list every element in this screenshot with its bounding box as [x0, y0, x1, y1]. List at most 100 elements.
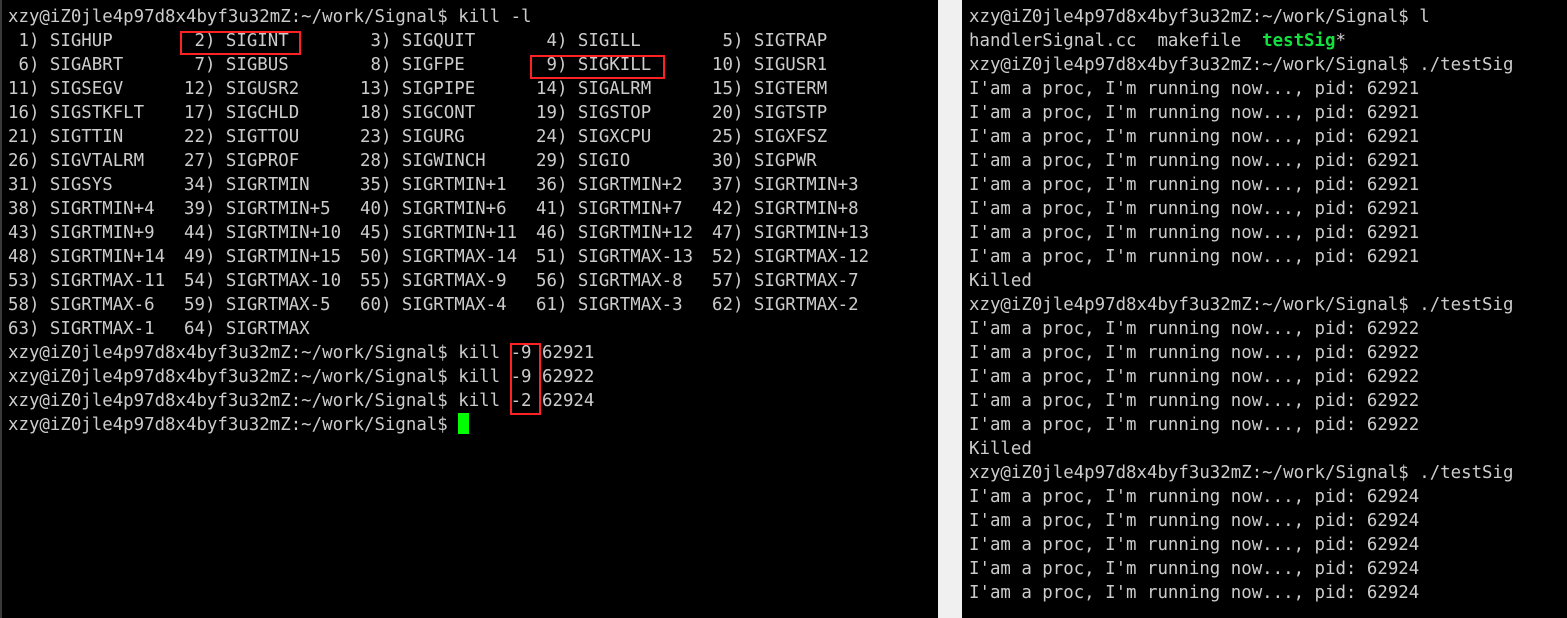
- process-pid: 62921: [1366, 247, 1420, 267]
- signal-entry: 56) SIGRTMAX-8: [536, 271, 683, 291]
- process-pid: 62922: [1366, 391, 1420, 411]
- signal-entry: 17) SIGCHLD: [184, 103, 300, 123]
- signal-entry: 57) SIGRTMAX-7: [712, 271, 859, 291]
- kill-command-line: xzy@iZ0jle4p97d8x4byf3u32mZ:~/work/Signa…: [8, 365, 869, 389]
- executable-marker: *: [1335, 31, 1346, 51]
- kill-command: kill: [458, 343, 511, 363]
- process-output-line: I'am a proc, I'm running now..., pid: 62…: [969, 221, 1513, 245]
- signal-row: 11) SIGSEGV 12) SIGUSR2 13) SIGPIPE 14) SIG…: [8, 77, 869, 101]
- signal-entry: 50) SIGRTMAX-14: [360, 247, 518, 267]
- signal-entry: 6) SIGABRT: [8, 55, 124, 75]
- run-command: ./testSig: [1419, 295, 1514, 315]
- signal-entry: 22) SIGTTOU: [184, 127, 300, 147]
- signal-row: 26) SIGVTALRM 27) SIGPROF 28) SIGWINCH 29) …: [8, 149, 869, 173]
- signal-row: 31) SIGSYS 34) SIGRTMIN 35) SIGRTMIN+1 36) …: [8, 173, 869, 197]
- signal-entry: 29) SIGIO: [536, 151, 631, 171]
- signal-entry: 31) SIGSYS: [8, 175, 113, 195]
- target-pid: 62921: [531, 343, 595, 363]
- target-pid: 62924: [531, 391, 595, 411]
- process-output-line: I'am a proc, I'm running now..., pid: 62…: [969, 533, 1513, 557]
- running-message: I'am a proc, I'm running now..., pid:: [969, 343, 1367, 363]
- running-message: I'am a proc, I'm running now..., pid:: [969, 487, 1367, 507]
- process-pid: 62922: [1366, 415, 1420, 435]
- signal-entry: 48) SIGRTMIN+14: [8, 247, 166, 267]
- signal-entry: 15) SIGTERM: [712, 79, 828, 99]
- pane-divider[interactable]: [938, 0, 962, 618]
- signal-entry: 2) SIGINT: [184, 31, 289, 51]
- process-output-line: I'am a proc, I'm running now..., pid: 62…: [969, 485, 1513, 509]
- process-pid: 62921: [1366, 223, 1420, 243]
- signal-entry: 20) SIGTSTP: [712, 103, 828, 123]
- process-pid: 62921: [1366, 199, 1420, 219]
- running-message: I'am a proc, I'm running now..., pid:: [969, 511, 1367, 531]
- process-pid: 62924: [1366, 487, 1420, 507]
- signal-row: 6) SIGABRT 7) SIGBUS 8) SIGFPE 9) SIGKIL…: [8, 53, 869, 77]
- signal-entry: 18) SIGCONT: [360, 103, 476, 123]
- signal-entry: 23) SIGURG: [360, 127, 465, 147]
- signal-entry: 8) SIGFPE: [360, 55, 465, 75]
- process-pid: 62924: [1366, 511, 1420, 531]
- process-output-line: I'am a proc, I'm running now..., pid: 62…: [969, 125, 1513, 149]
- process-pid: 62924: [1366, 583, 1420, 603]
- signal-entry: 40) SIGRTMIN+6: [360, 199, 507, 219]
- signal-entry: 39) SIGRTMIN+5: [184, 199, 331, 219]
- kill-command-line: xzy@iZ0jle4p97d8x4byf3u32mZ:~/work/Signa…: [8, 341, 869, 365]
- signal-entry: 38) SIGRTMIN+4: [8, 199, 155, 219]
- signal-entry: 5) SIGTRAP: [712, 31, 828, 51]
- target-pid: 62922: [531, 367, 595, 387]
- signal-row: 48) SIGRTMIN+14 49) SIGRTMIN+15 50) SIGRTM…: [8, 245, 869, 269]
- signal-entry: 51) SIGRTMAX-13: [536, 247, 694, 267]
- signal-entry: 52) SIGRTMAX-12: [712, 247, 870, 267]
- running-message: I'am a proc, I'm running now..., pid:: [969, 223, 1367, 243]
- executable-file: testSig: [1262, 31, 1336, 51]
- signal-row: 1) SIGHUP 2) SIGINT 3) SIGQUIT 4) SIGILL…: [8, 29, 869, 53]
- signal-entry: 60) SIGRTMAX-4: [360, 295, 507, 315]
- terminal-line: xzy@iZ0jle4p97d8x4byf3u32mZ:~/work/Signa…: [969, 5, 1513, 29]
- process-pid: 62924: [1366, 535, 1420, 555]
- running-message: I'am a proc, I'm running now..., pid:: [969, 79, 1367, 99]
- process-pid: 62921: [1366, 79, 1420, 99]
- terminal-line: handlerSignal.cc makefile testSig*: [969, 29, 1513, 53]
- process-output-line: I'am a proc, I'm running now..., pid: 62…: [969, 245, 1513, 269]
- running-message: I'am a proc, I'm running now..., pid:: [969, 415, 1367, 435]
- kill-command-line: xzy@iZ0jle4p97d8x4byf3u32mZ:~/work/Signa…: [8, 389, 869, 413]
- signal-row: 53) SIGRTMAX-11 54) SIGRTMAX-10 55) SIGRTM…: [8, 269, 869, 293]
- signal-entry: 28) SIGWINCH: [360, 151, 486, 171]
- signal-entry: 27) SIGPROF: [184, 151, 300, 171]
- shell-prompt: xzy@iZ0jle4p97d8x4byf3u32mZ:~/work/Signa…: [969, 295, 1420, 315]
- run-command: ./testSig: [1419, 55, 1514, 75]
- signal-row: 38) SIGRTMIN+4 39) SIGRTMIN+5 40) SIGRTMIN…: [8, 197, 869, 221]
- kill-command: kill: [458, 391, 511, 411]
- process-output-line: I'am a proc, I'm running now..., pid: 62…: [969, 317, 1513, 341]
- signal-row: 16) SIGSTKFLT 17) SIGCHLD 18) SIGCONT 19) S…: [8, 101, 869, 125]
- signal-entry: 9) SIGKILL: [536, 55, 652, 75]
- process-output-line: I'am a proc, I'm running now..., pid: 62…: [969, 389, 1513, 413]
- shell-prompt: xzy@iZ0jle4p97d8x4byf3u32mZ:~/work/Signa…: [8, 7, 459, 27]
- shell-prompt: xzy@iZ0jle4p97d8x4byf3u32mZ:~/work/Signa…: [969, 463, 1420, 483]
- process-output-line: I'am a proc, I'm running now..., pid: 62…: [969, 77, 1513, 101]
- killed-line: Killed: [969, 271, 1032, 291]
- running-message: I'am a proc, I'm running now..., pid:: [969, 367, 1367, 387]
- active-prompt-line: xzy@iZ0jle4p97d8x4byf3u32mZ:~/work/Signa…: [8, 413, 869, 437]
- signal-entry: 19) SIGSTOP: [536, 103, 652, 123]
- running-message: I'am a proc, I'm running now..., pid:: [969, 391, 1367, 411]
- signal-entry: 1) SIGHUP: [8, 31, 113, 51]
- process-output-line: I'am a proc, I'm running now..., pid: 62…: [969, 197, 1513, 221]
- file-list: handlerSignal.cc makefile: [969, 31, 1263, 51]
- process-pid: 62921: [1366, 127, 1420, 147]
- signal-entry: 16) SIGSTKFLT: [8, 103, 145, 123]
- signal-entry: 42) SIGRTMIN+8: [712, 199, 859, 219]
- running-message: I'am a proc, I'm running now..., pid:: [969, 535, 1367, 555]
- running-message: I'am a proc, I'm running now..., pid:: [969, 151, 1367, 171]
- process-pid: 62921: [1366, 151, 1420, 171]
- signal-entry: 4) SIGILL: [536, 31, 641, 51]
- shell-prompt: xzy@iZ0jle4p97d8x4byf3u32mZ:~/work/Signa…: [8, 367, 459, 387]
- left-terminal[interactable]: xzy@iZ0jle4p97d8x4byf3u32mZ:~/work/Signa…: [0, 0, 938, 618]
- right-terminal-output: xzy@iZ0jle4p97d8x4byf3u32mZ:~/work/Signa…: [969, 5, 1513, 605]
- signal-entry: 58) SIGRTMAX-6: [8, 295, 155, 315]
- process-pid: 62924: [1366, 559, 1420, 579]
- signal-entry: 26) SIGVTALRM: [8, 151, 145, 171]
- process-output-line: I'am a proc, I'm running now..., pid: 62…: [969, 149, 1513, 173]
- right-terminal[interactable]: xzy@iZ0jle4p97d8x4byf3u32mZ:~/work/Signa…: [962, 0, 1567, 618]
- running-message: I'am a proc, I'm running now..., pid:: [969, 319, 1367, 339]
